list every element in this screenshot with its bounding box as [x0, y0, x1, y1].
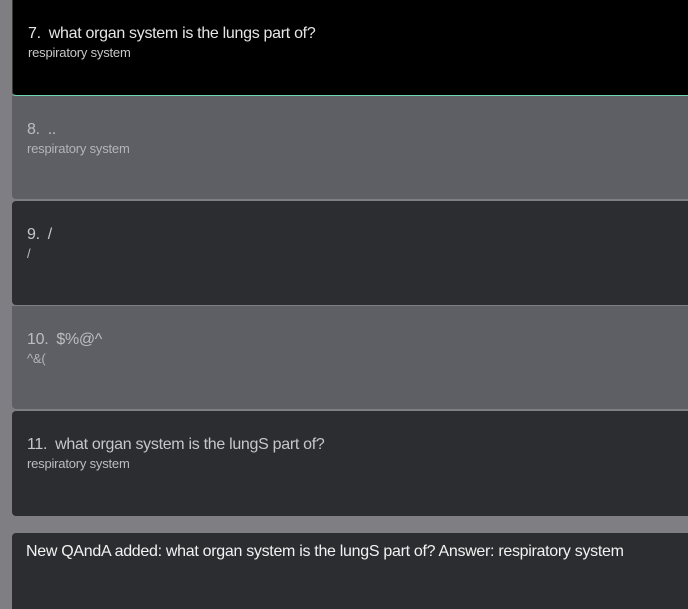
qa-question: 8...: [27, 121, 56, 139]
qa-question-text: ..: [47, 121, 57, 138]
qa-number: 11.: [27, 436, 48, 453]
qa-question-text: /: [47, 226, 52, 243]
qa-answer: ^&(: [27, 351, 46, 366]
qa-card-9[interactable]: 9. / /: [12, 201, 688, 305]
qa-answer: respiratory system: [27, 141, 130, 156]
qa-question-text: $%@^: [56, 331, 103, 348]
qa-answer: /: [27, 246, 31, 261]
qa-question: 10. $%@^: [27, 331, 102, 349]
qa-question-text: what organ system is the lungS part of?: [55, 436, 325, 453]
qa-number: 8.: [27, 121, 40, 138]
qa-answer: respiratory system: [27, 456, 130, 471]
qa-card-11[interactable]: 11. what organ system is the lungS part o…: [12, 411, 688, 516]
qa-question-text: what organ system is the lungs part of?: [48, 25, 316, 42]
qa-card-8[interactable]: 8... respiratory system: [12, 96, 688, 199]
qa-card-7[interactable]: 7. what organ system is the lungs part of…: [12, 0, 688, 96]
qa-card-10[interactable]: 10. $%@^ ^&(: [12, 306, 688, 409]
qa-question: 9. /: [27, 226, 52, 244]
qa-number: 10.: [27, 331, 49, 348]
toast-message: New QAndA added: what organ system is th…: [26, 543, 624, 560]
qa-number: 9.: [27, 226, 40, 243]
qa-number: 7.: [28, 25, 41, 42]
qa-answer: respiratory system: [28, 45, 131, 60]
qa-question: 7. what organ system is the lungs part of…: [28, 25, 316, 43]
notification-toast: New QAndA added: what organ system is th…: [12, 533, 688, 609]
qa-question: 11. what organ system is the lungS part o…: [27, 436, 325, 454]
